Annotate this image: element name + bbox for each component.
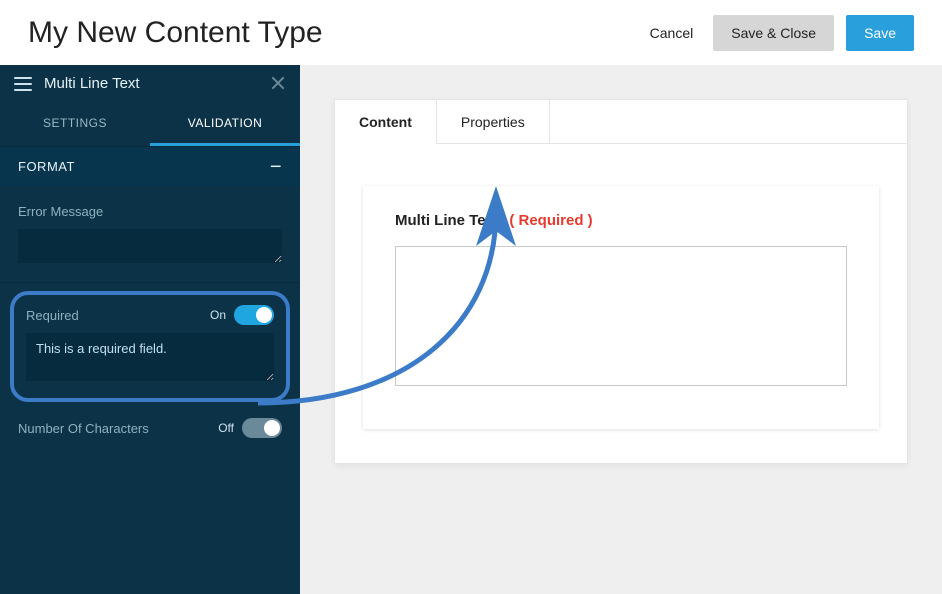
workspace: Multi Line Text SETTINGS VALIDATION FORM… [0, 65, 942, 594]
numchars-toggle-wrap: Off [218, 418, 282, 438]
tab-settings[interactable]: SETTINGS [0, 102, 150, 146]
sidebar-panel-title: Multi Line Text [44, 75, 140, 92]
required-toggle[interactable] [234, 305, 274, 325]
card-body: Multi Line Text ( Required ) [335, 144, 907, 463]
required-toggle-wrap: On [210, 305, 274, 325]
field-name: Multi Line Text [395, 212, 499, 229]
top-bar: My New Content Type Cancel Save & Close … [0, 0, 942, 65]
tab-properties[interactable]: Properties [437, 100, 550, 144]
required-tag: ( Required ) [509, 212, 592, 229]
cancel-link[interactable]: Cancel [642, 15, 702, 51]
sidebar-header: Multi Line Text [0, 65, 300, 102]
numchars-toggle-text: Off [218, 421, 234, 435]
format-section-header[interactable]: FORMAT − [0, 146, 300, 186]
tab-content[interactable]: Content [335, 100, 437, 144]
numchars-toggle[interactable] [242, 418, 282, 438]
numchars-label: Number Of Characters [18, 421, 149, 436]
format-label: FORMAT [18, 159, 75, 174]
required-label: Required [26, 308, 79, 323]
error-message-label: Error Message [18, 204, 282, 219]
menu-icon[interactable] [14, 77, 32, 91]
required-message-input[interactable] [26, 333, 274, 381]
field-preview: Multi Line Text ( Required ) [363, 186, 879, 429]
card-tabs: Content Properties [335, 100, 907, 144]
numchars-row: Number Of Characters Off [0, 408, 300, 448]
field-heading-row: Multi Line Text ( Required ) [395, 212, 847, 230]
save-button[interactable]: Save [846, 15, 914, 51]
sidebar-tabs: SETTINGS VALIDATION [0, 102, 300, 146]
divider [0, 282, 300, 283]
tab-filler [550, 100, 907, 144]
tab-validation[interactable]: VALIDATION [150, 102, 300, 146]
close-icon[interactable] [270, 75, 286, 91]
required-toggle-text: On [210, 308, 226, 322]
error-message-input[interactable] [18, 229, 282, 263]
content-card: Content Properties Multi Line Text ( Req… [334, 99, 908, 464]
error-message-block: Error Message [0, 186, 300, 282]
canvas: Content Properties Multi Line Text ( Req… [300, 65, 942, 594]
top-actions: Cancel Save & Close Save [642, 15, 914, 51]
page-title: My New Content Type [28, 16, 323, 50]
multiline-textarea[interactable] [395, 246, 847, 386]
required-row: Required On [26, 305, 274, 325]
required-block-highlight: Required On [10, 291, 290, 402]
collapse-icon: − [270, 161, 282, 173]
sidebar: Multi Line Text SETTINGS VALIDATION FORM… [0, 65, 300, 594]
save-close-button[interactable]: Save & Close [713, 15, 834, 51]
